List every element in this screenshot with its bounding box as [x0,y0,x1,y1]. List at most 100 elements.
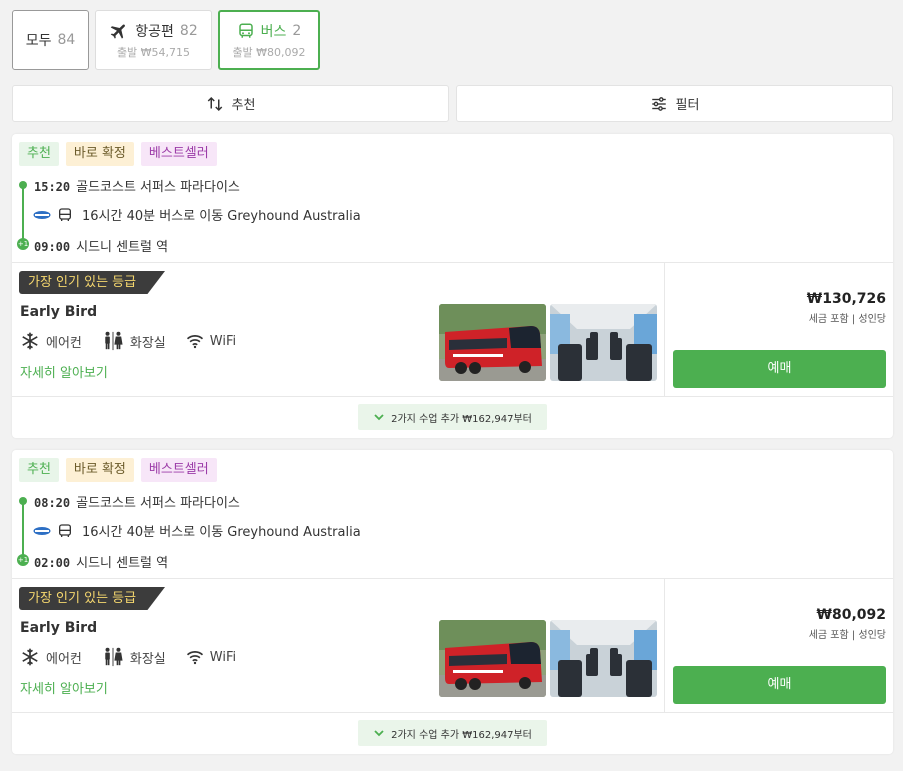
amenity-aircon: 에어컨 [46,335,82,351]
tab-flights-count: 82 [179,22,198,39]
route-line [22,184,24,244]
departure-stop: 골드코스트 서퍼스 파라다이스 [76,180,240,195]
divider [12,712,893,713]
route: +1 08:20 골드코스트 서퍼스 파라다이스 16시간 40분 버스로 이동 … [12,488,893,578]
tab-flights-label: 항공편 [135,23,174,40]
arrival-time: 02:00 [34,556,71,570]
restroom-icon [105,331,123,351]
popular-class-ribbon: 가장 인기 있는 등급 [19,271,165,294]
tab-flights-price: 출발 ₩54,715 [116,45,191,59]
price-block: ₩130,726 세금 포함 | 성인당 [807,291,886,325]
tab-all[interactable]: 모두 84 [12,10,89,70]
chevron-down-icon [374,414,384,421]
departure-time: 08:20 [34,496,71,510]
divider [12,262,893,263]
bus-icon [59,523,71,537]
sort-label: 추천 [231,98,256,113]
details-link[interactable]: 자세히 알아보기 [20,362,108,381]
departure-dot [19,497,27,505]
bus-icon [238,23,253,38]
filter-sliders-icon [651,96,666,111]
tab-bus-count: 2 [292,22,302,39]
leg-text: 16시간 40분 버스로 이동 Greyhound Australia [82,525,361,540]
price-note: 세금 포함 | 성인당 [808,314,886,325]
price-block: ₩80,092 세금 포함 | 성인당 [809,607,886,641]
snowflake-icon [22,332,38,350]
amenity-aircon: 에어컨 [46,651,82,667]
tab-flights[interactable]: 항공편 82 출발 ₩54,715 [95,10,212,70]
wifi-icon [186,335,203,349]
bus-interior-photo[interactable] [550,304,657,381]
restroom-icon [105,647,123,667]
extra-classes-label: 2가지 수업 추가 ₩162,947부터 [391,729,532,741]
badge-recommended: 추천 [19,458,59,482]
route-line [22,500,24,560]
amenities: 에어컨 화장실 WiFi [20,331,236,351]
tab-bus[interactable]: 버스 2 출발 ₩80,092 [218,10,320,70]
sort-arrows-icon [207,96,222,111]
filter-label: 필터 [675,98,700,113]
departure-time: 15:20 [34,180,71,194]
greyhound-logo-icon [33,526,51,535]
fare-name: Early Bird [20,304,98,320]
arrival-stop: 시드니 센트럴 역 [76,556,169,571]
bus-exterior-photo[interactable] [439,620,546,697]
category-tabs: 모두 84 항공편 82 출발 ₩54,715 버스 2 출발 ₩80,092 [12,10,320,70]
badge-instant-confirm: 바로 확정 [65,142,134,166]
divider [12,578,893,579]
badge-recommended: 추천 [19,142,59,166]
extra-classes-button[interactable]: 2가지 수업 추가 ₩162,947부터 [358,720,547,746]
sort-button[interactable]: 추천 [12,85,449,122]
snowflake-icon [22,648,38,666]
departure-stop: 골드코스트 서퍼스 파라다이스 [76,496,240,511]
route: +1 15:20 골드코스트 서퍼스 파라다이스 16시간 40분 버스로 이동 … [12,172,893,262]
result-card: 추천 바로 확정 베스트셀러 +1 08:20 골드코스트 서퍼스 파라다이스 1… [12,450,893,754]
departure: 08:20 골드코스트 서퍼스 파라다이스 [34,492,240,511]
amenity-restroom: 화장실 [129,651,166,667]
fare-name: Early Bird [20,620,98,636]
result-card: 추천 바로 확정 베스트셀러 +1 15:20 골드코스트 서퍼스 파라다이스 1… [12,134,893,438]
leg-text: 16시간 40분 버스로 이동 Greyhound Australia [82,209,361,224]
arrival-stop: 시드니 센트럴 역 [76,240,169,255]
greyhound-logo-icon [33,210,51,219]
tab-all-label: 모두 [25,33,52,49]
departure-dot [19,181,27,189]
extra-classes-button[interactable]: 2가지 수업 추가 ₩162,947부터 [358,404,547,430]
badge-bestseller: 베스트셀러 [140,458,217,482]
tab-all-count: 84 [57,32,76,48]
bus-icon [59,207,71,221]
tab-bus-price: 출발 ₩80,092 [232,45,306,59]
departure: 15:20 골드코스트 서퍼스 파라다이스 [34,176,240,195]
book-button[interactable]: 예매 [673,350,886,388]
leg-info: 16시간 40분 버스로 이동 Greyhound Australia [33,205,361,224]
arrival: 02:00 시드니 센트럴 역 [34,552,168,571]
price-note: 세금 포함 | 성인당 [808,630,886,641]
details-link[interactable]: 자세히 알아보기 [20,678,108,697]
price: ₩80,092 [816,607,886,623]
arrival-time: 09:00 [34,240,71,254]
divider [664,578,665,712]
airplane-icon [111,23,126,39]
chevron-down-icon [374,730,384,737]
next-day-badge: +1 [17,238,29,250]
amenity-restroom: 화장실 [129,335,166,351]
divider [12,396,893,397]
next-day-badge: +1 [17,554,29,566]
extra-classes-label: 2가지 수업 추가 ₩162,947부터 [391,413,532,425]
tab-bus-label: 버스 [260,23,287,40]
bus-exterior-photo[interactable] [439,304,546,381]
bus-interior-photo[interactable] [550,620,657,697]
badge-bestseller: 베스트셀러 [140,142,217,166]
book-button[interactable]: 예매 [673,666,886,704]
badge-instant-confirm: 바로 확정 [65,458,134,482]
amenity-wifi: WiFi [209,333,237,349]
price: ₩130,726 [806,291,886,307]
amenities: 에어컨 화장실 WiFi [20,647,236,667]
arrival: 09:00 시드니 센트럴 역 [34,236,168,255]
amenity-wifi: WiFi [209,649,237,665]
leg-info: 16시간 40분 버스로 이동 Greyhound Australia [33,521,361,540]
divider [664,262,665,396]
wifi-icon [186,651,203,665]
popular-class-ribbon: 가장 인기 있는 등급 [19,587,165,610]
filter-button[interactable]: 필터 [456,85,893,122]
